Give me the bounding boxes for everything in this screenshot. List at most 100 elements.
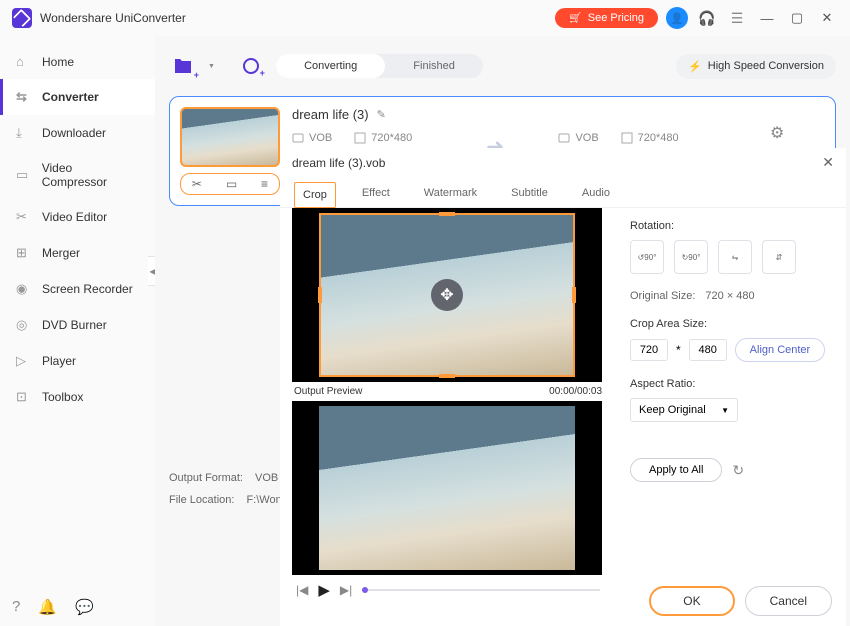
tab-subtitle[interactable]: Subtitle <box>503 181 556 207</box>
crop-icon[interactable]: ▭ <box>226 177 237 191</box>
next-frame-button[interactable]: ▶| <box>340 583 352 597</box>
flip-vertical-button[interactable]: ⇵ <box>762 240 796 274</box>
video-thumbnail[interactable] <box>180 107 280 167</box>
file-name: dream life (3) <box>292 107 369 122</box>
flip-horizontal-button[interactable]: ⇋ <box>718 240 752 274</box>
timeline-scrubber[interactable] <box>362 589 600 591</box>
tab-crop[interactable]: Crop <box>294 182 336 208</box>
sidebar-item-label: Downloader <box>42 126 106 140</box>
sidebar-item-recorder[interactable]: ◉ Screen Recorder <box>0 271 155 307</box>
crop-handle-right[interactable] <box>572 287 576 303</box>
rotation-label: Rotation: <box>630 220 828 232</box>
maximize-button[interactable]: ▢ <box>786 7 808 29</box>
close-button[interactable]: ✕ <box>816 7 838 29</box>
sidebar-item-label: DVD Burner <box>42 318 107 332</box>
sidebar-item-converter[interactable]: ⇆ Converter <box>0 79 155 115</box>
tab-effect[interactable]: Effect <box>354 181 398 207</box>
sidebar-item-toolbox[interactable]: ⊡ Toolbox <box>0 379 155 415</box>
trim-icon[interactable]: ✂ <box>192 177 202 191</box>
more-icon[interactable]: ≡ <box>261 177 268 191</box>
close-editor-button[interactable]: ✕ <box>822 154 834 171</box>
see-pricing-button[interactable]: See Pricing <box>555 8 658 28</box>
sidebar-item-dvd[interactable]: ◎DVD Burner <box>0 307 155 343</box>
cancel-button[interactable]: Cancel <box>745 586 832 616</box>
bell-icon[interactable]: 🔔 <box>38 598 57 616</box>
sidebar-item-label: Video Compressor <box>42 161 139 189</box>
minimize-button[interactable]: — <box>756 7 778 29</box>
sidebar-item-player[interactable]: ▷ Player <box>0 343 155 379</box>
recorder-icon: ◉ <box>16 281 32 297</box>
add-file-button[interactable]: + <box>169 54 197 78</box>
thumb-tools: ✂ ▭ ≡ <box>180 173 280 195</box>
sidebar-item-downloader[interactable]: ⤓ Downloader <box>0 115 155 151</box>
rotate-cw-button[interactable]: ↻90° <box>674 240 708 274</box>
crop-handle-top[interactable] <box>439 212 455 216</box>
sidebar-item-editor[interactable]: ✂ Video Editor <box>0 199 155 235</box>
crop-handle-bottom[interactable] <box>439 374 455 378</box>
chevron-down-icon[interactable]: ▼ <box>208 63 215 70</box>
status-tabs: Converting Finished <box>276 54 483 78</box>
ok-button[interactable]: OK <box>649 586 734 616</box>
prev-frame-button[interactable]: |◀ <box>296 583 308 597</box>
editor-panel: dream life (3).vob ✕ Crop Effect Waterma… <box>280 148 846 626</box>
converter-icon: ⇆ <box>16 89 32 105</box>
apply-to-all-button[interactable]: Apply to All <box>630 458 722 482</box>
toolbox-icon: ⊡ <box>16 389 32 405</box>
downloader-icon: ⤓ <box>16 125 32 141</box>
help-icon[interactable]: ? <box>12 598 20 616</box>
player-icon: ▷ <box>16 353 32 369</box>
aspect-ratio-label: Aspect Ratio: <box>630 378 828 390</box>
headset-icon[interactable]: 🎧 <box>696 7 718 29</box>
add-url-button[interactable]: + <box>237 54 265 78</box>
editor-icon: ✂ <box>16 209 32 225</box>
pricing-label: See Pricing <box>588 12 644 24</box>
output-format-label: Output Format: <box>169 472 243 484</box>
reset-icon[interactable]: ↻ <box>732 462 744 479</box>
sidebar-item-label: Screen Recorder <box>42 282 133 296</box>
sidebar-item-label: Toolbox <box>42 390 83 404</box>
original-size-label: Original Size: <box>630 290 695 302</box>
tab-converting[interactable]: Converting <box>276 54 385 78</box>
crop-height-input[interactable] <box>689 339 727 361</box>
output-preview-frame <box>292 401 602 575</box>
src-format: VOB <box>292 132 332 144</box>
crop-source-frame[interactable]: ✥ <box>292 208 602 382</box>
crop-handle-left[interactable] <box>318 287 322 303</box>
file-location-label: File Location: <box>169 494 234 506</box>
move-icon[interactable]: ✥ <box>431 279 463 311</box>
dst-resolution: 720*480 <box>621 132 679 144</box>
sidebar-item-label: Video Editor <box>42 210 107 224</box>
user-avatar-icon[interactable]: 👤 <box>666 7 688 29</box>
sidebar-item-label: Converter <box>42 90 99 104</box>
crop-width-input[interactable] <box>630 339 668 361</box>
sidebar-item-label: Home <box>42 55 74 69</box>
chat-icon[interactable]: 💬 <box>75 598 94 616</box>
sidebar: ⌂ Home ⇆ Converter ⤓ Downloader ▭ Video Comp… <box>0 36 155 626</box>
app-logo <box>12 8 32 28</box>
high-speed-toggle[interactable]: High Speed Conversion <box>676 54 836 79</box>
compressor-icon: ▭ <box>16 167 32 183</box>
sidebar-item-compressor[interactable]: ▭ Video Compressor <box>0 151 155 199</box>
sidebar-item-label: Player <box>42 354 76 368</box>
sidebar-item-label: Merger <box>42 246 80 260</box>
original-size-value: 720 × 480 <box>705 290 754 302</box>
align-center-button[interactable]: Align Center <box>735 338 826 362</box>
titlebar: Wondershare UniConverter See Pricing 👤 🎧… <box>0 0 850 36</box>
app-title: Wondershare UniConverter <box>40 11 186 25</box>
settings-icon[interactable]: ⚙ <box>770 123 792 143</box>
play-button[interactable]: ▶ <box>318 581 330 599</box>
sidebar-item-home[interactable]: ⌂ Home <box>0 44 155 79</box>
tab-finished[interactable]: Finished <box>385 54 483 78</box>
sidebar-item-merger[interactable]: ⊞Merger <box>0 235 155 271</box>
hamburger-menu-icon[interactable]: ☰ <box>726 7 748 29</box>
chevron-down-icon: ▼ <box>721 406 729 415</box>
home-icon: ⌂ <box>16 54 32 69</box>
tab-watermark[interactable]: Watermark <box>416 181 485 207</box>
rotate-ccw-button[interactable]: ↺90° <box>630 240 664 274</box>
preview-time: 00:00/00:03 <box>549 386 602 397</box>
crop-size-label: Crop Area Size: <box>630 318 828 330</box>
editor-title: dream life (3).vob <box>292 156 385 170</box>
tab-audio[interactable]: Audio <box>574 181 618 207</box>
edit-name-icon[interactable]: ✎ <box>377 108 386 121</box>
aspect-ratio-dropdown[interactable]: Keep Original▼ <box>630 398 738 422</box>
